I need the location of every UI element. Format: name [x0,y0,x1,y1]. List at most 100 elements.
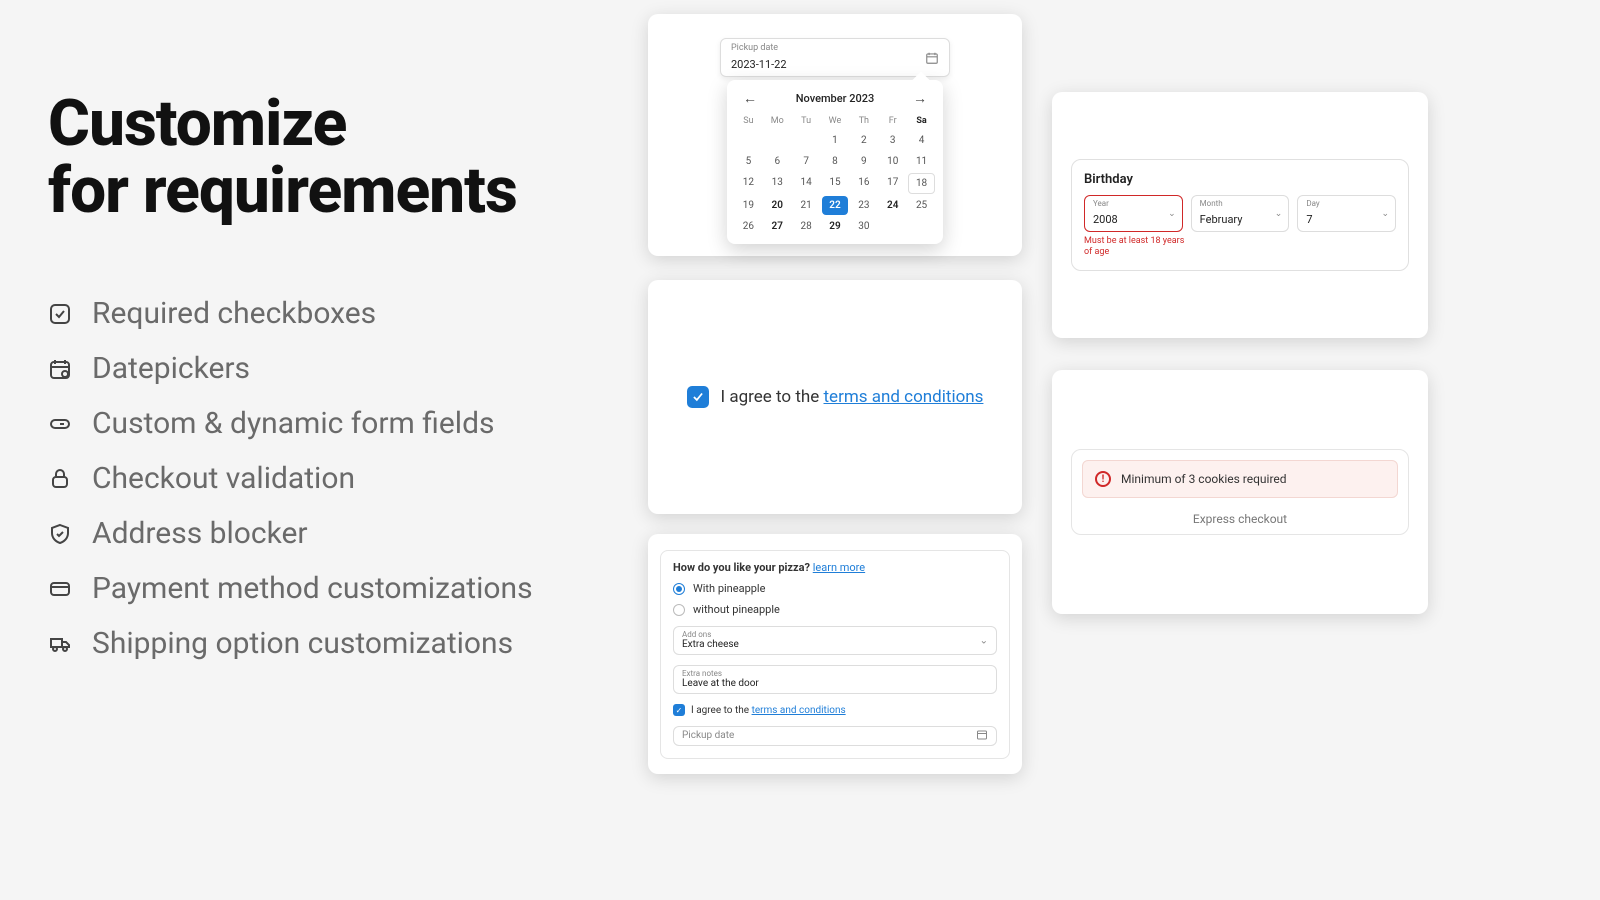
heading-line2: for requirements [48,153,517,228]
feature-item: Payment method customizations [48,571,608,606]
pickup-date-label: Pickup date [731,43,787,53]
credit-card-icon [48,577,72,601]
heading-line1: Customize [48,86,346,161]
check-icon [691,390,705,404]
calendar-day[interactable]: 26 [735,217,762,236]
calendar-day[interactable]: 20 [764,196,791,215]
datepicker-popover: ← November 2023 → SuMoTuWeThFrSa12345678… [727,80,943,244]
pizza-question: How do you like your pizza? learn more [673,561,997,574]
express-checkout-label: Express checkout [1082,512,1398,526]
pizza-option-without[interactable]: without pineapple [673,603,997,616]
checkbox-icon [48,302,72,326]
calendar-day[interactable]: 9 [850,152,877,171]
feature-label: Datepickers [92,351,250,386]
terms-text: I agree to the terms and conditions [721,387,984,407]
validation-banner: ! Minimum of 3 cookies required [1082,460,1398,498]
form-icon [48,412,72,436]
calendar-day[interactable]: 15 [822,173,849,194]
feature-item: Required checkboxes [48,296,608,331]
calendar-day[interactable]: 4 [908,131,935,150]
calendar-day[interactable]: 5 [735,152,762,171]
calendar-day[interactable]: 2 [850,131,877,150]
marketing-copy: Customize for requirements Required chec… [48,90,608,681]
calendar-day[interactable]: 12 [735,173,762,194]
day-of-week-header: Su [735,113,762,129]
feature-label: Shipping option customizations [92,626,513,661]
addons-label: Add ons [682,630,988,639]
birthday-year-select[interactable]: Year 2008 ⌄ [1084,195,1183,232]
feature-item: Datepickers [48,351,608,386]
calendar-day[interactable]: 3 [879,131,906,150]
calendar-day [879,217,906,236]
calendar-day[interactable]: 11 [908,152,935,171]
prev-month-button[interactable]: ← [743,90,757,107]
calendar-day[interactable]: 19 [735,196,762,215]
calendar-day[interactable]: 24 [879,196,906,215]
calendar-day [793,131,820,150]
calendar-day[interactable]: 28 [793,217,820,236]
pizza-option-label: With pineapple [693,582,765,595]
day-of-week-header: Fr [879,113,906,129]
calendar-day[interactable]: 13 [764,173,791,194]
learn-more-link[interactable]: learn more [813,561,865,574]
day-of-week-header: We [822,113,849,129]
year-value: 2008 [1093,213,1118,226]
validation-text: Minimum of 3 cookies required [1121,472,1287,486]
calendar-day[interactable]: 17 [879,173,906,194]
calendar-day[interactable]: 21 [793,196,820,215]
terms-prefix: I agree to the [721,387,824,407]
pickup-date-value: 2023-11-22 [731,58,787,71]
terms-checkbox[interactable] [687,386,709,408]
terms-link[interactable]: terms and conditions [824,387,984,407]
pizza-option-label: without pineapple [693,603,780,616]
page-heading: Customize for requirements [48,90,608,224]
month-value: February [1200,213,1243,226]
day-of-week-header: Tu [793,113,820,129]
calendar-day[interactable]: 22 [822,196,849,215]
shield-icon [48,522,72,546]
day-of-week-header: Sa [908,113,935,129]
calendar-icon [48,357,72,381]
day-of-week-header: Th [850,113,877,129]
feature-list: Required checkboxes Datepickers Custom &… [48,296,608,661]
calendar-day[interactable]: 6 [764,152,791,171]
next-month-button[interactable]: → [913,90,927,107]
calendar-day[interactable]: 27 [764,217,791,236]
pickup-date-input[interactable]: Pickup date 2023-11-22 [720,38,950,77]
terms-checkbox-card: I agree to the terms and conditions [648,280,1022,514]
chevron-down-icon: ⌄ [1381,209,1389,219]
addons-value: Extra cheese [682,639,988,650]
pizza-terms-text: I agree to the terms and conditions [691,705,846,716]
pizza-terms-checkbox[interactable]: ✓ [673,704,685,716]
birthday-title: Birthday [1084,172,1396,187]
day-value: 7 [1306,213,1312,226]
month-label: November 2023 [796,92,875,105]
calendar-day[interactable]: 29 [822,217,849,236]
pizza-option-with[interactable]: With pineapple [673,582,997,595]
calendar-day [735,131,762,150]
pizza-terms-link[interactable]: terms and conditions [752,705,846,716]
calendar-day[interactable]: 16 [850,173,877,194]
notes-input[interactable]: Extra notes Leave at the door [673,665,997,694]
calendar-day[interactable]: 14 [793,173,820,194]
birthday-month-select[interactable]: Month February ⌄ [1191,195,1290,232]
day-label: Day [1306,199,1387,208]
birthday-day-select[interactable]: Day 7 ⌄ [1297,195,1396,232]
calendar-day [764,131,791,150]
calendar-day[interactable]: 23 [850,196,877,215]
feature-item: Custom & dynamic form fields [48,406,608,441]
calendar-day[interactable]: 7 [793,152,820,171]
pizza-form: How do you like your pizza? learn more W… [660,550,1010,759]
calendar-day[interactable]: 10 [879,152,906,171]
birthday-error: Must be at least 18 years of age [1084,236,1194,258]
calendar-day[interactable]: 25 [908,196,935,215]
notes-value: Leave at the door [682,678,988,689]
calendar-day[interactable]: 1 [822,131,849,150]
addons-select[interactable]: Add ons Extra cheese ⌄ [673,626,997,655]
pizza-pickup-date-input[interactable]: Pickup date [673,726,997,746]
calendar-day[interactable]: 18 [908,173,935,194]
custom-form-card: How do you like your pizza? learn more W… [648,534,1022,774]
calendar-day[interactable]: 30 [850,217,877,236]
calendar-day[interactable]: 8 [822,152,849,171]
calendar-day [908,217,935,236]
